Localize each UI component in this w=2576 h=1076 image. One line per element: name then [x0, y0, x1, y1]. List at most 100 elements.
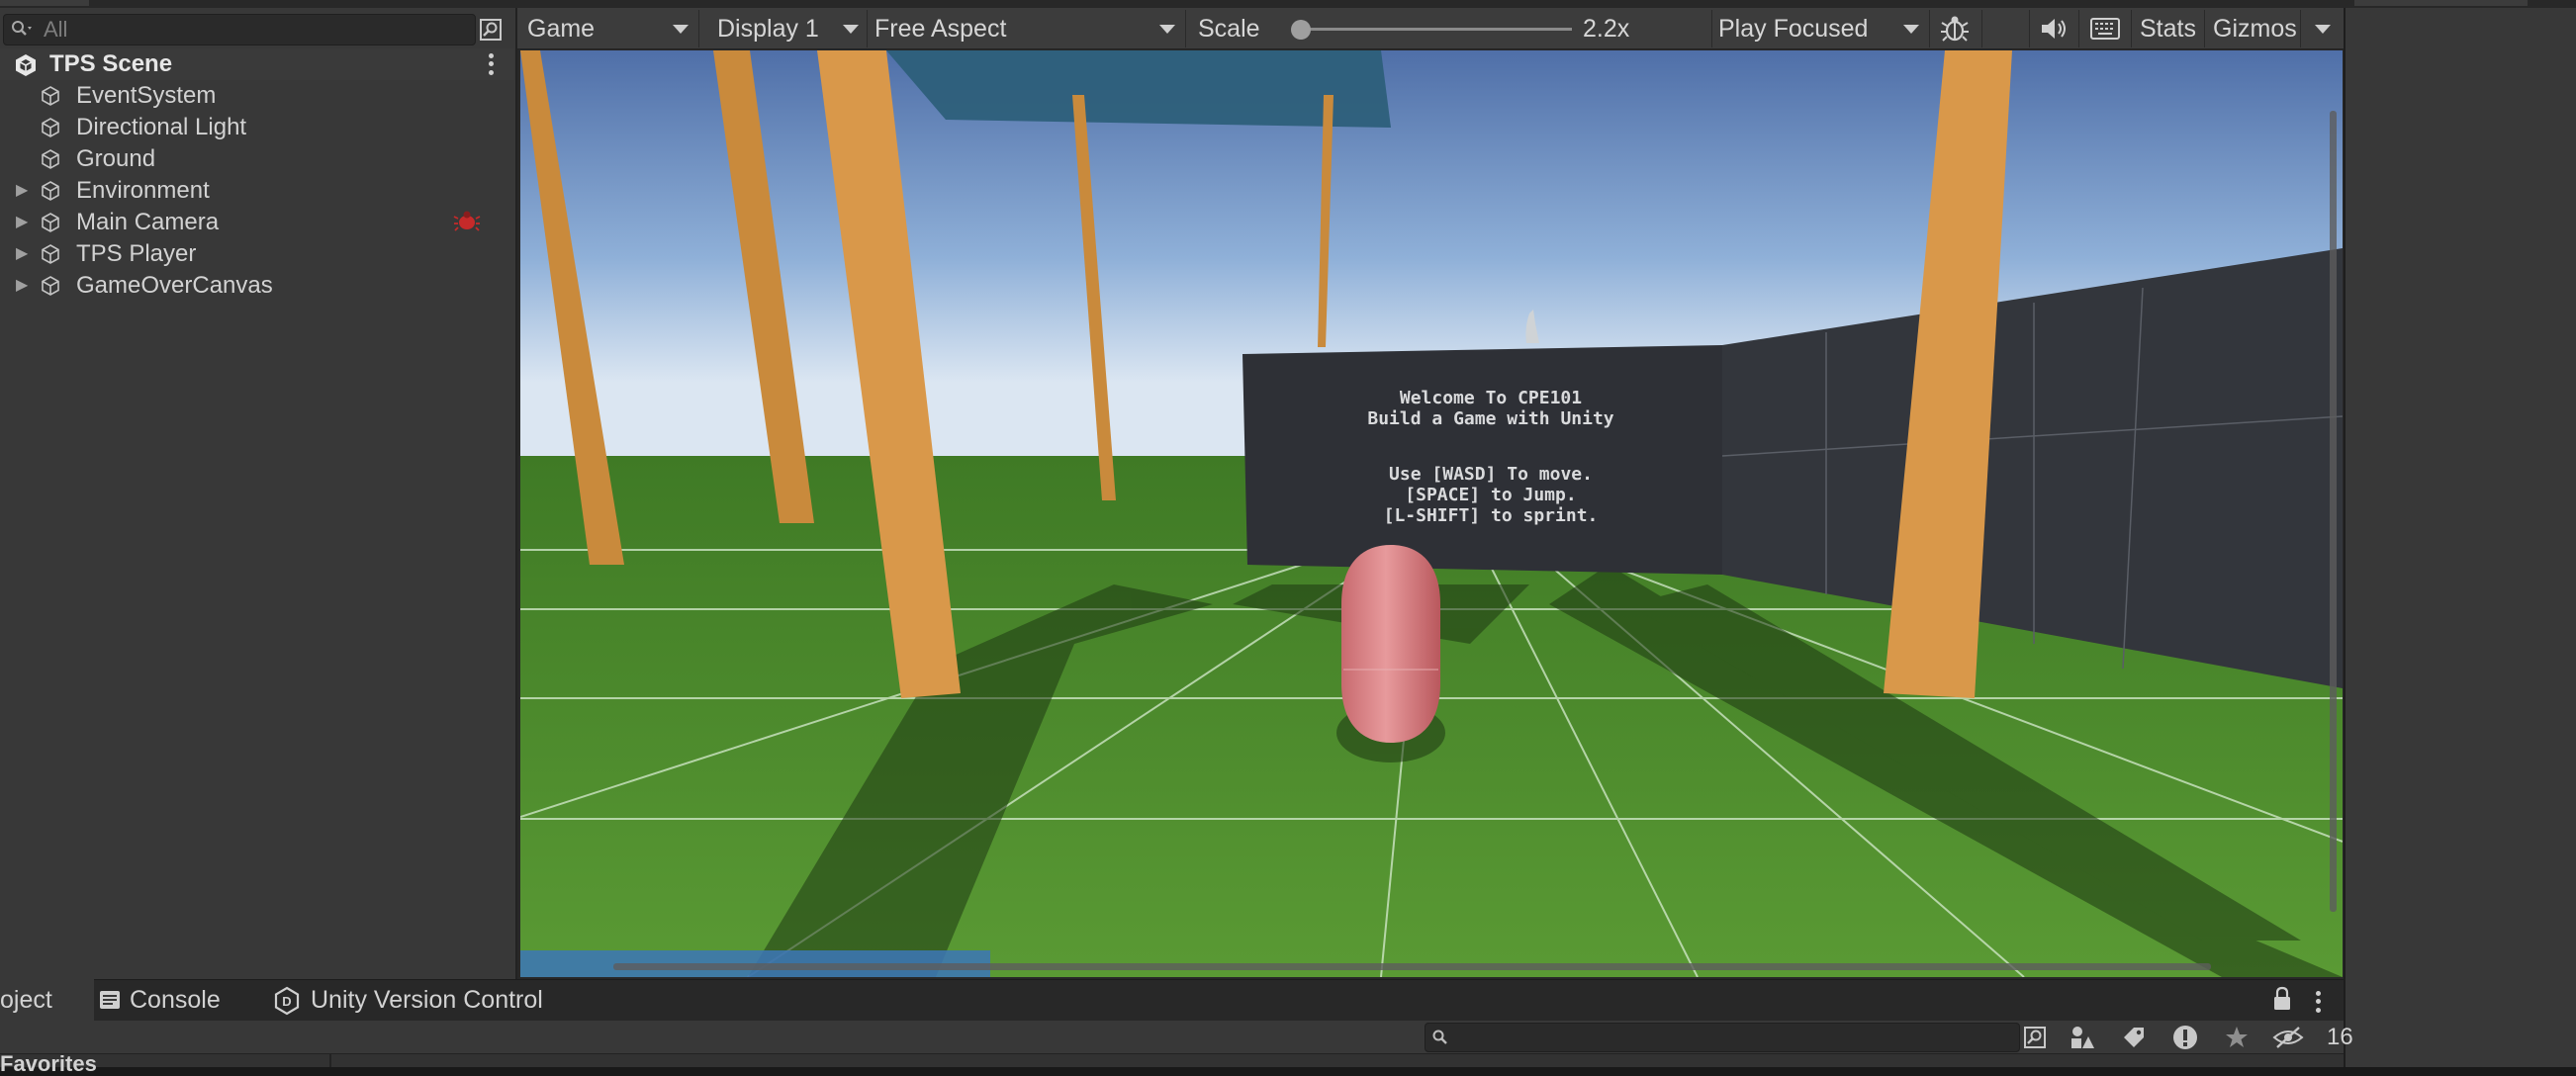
star-icon [2226, 1027, 2248, 1047]
eye-slash-icon [2272, 1027, 2304, 1048]
hierarchy-item-label: Directional Light [76, 114, 247, 140]
gizmos-button[interactable]: Gizmos [2213, 8, 2297, 49]
gameobject-cube-icon [42, 149, 59, 169]
gameobject-cube-icon [42, 276, 59, 296]
hierarchy-tab[interactable] [0, 0, 89, 6]
search-filter-icon [2024, 1027, 2046, 1048]
aspect-dropdown-label[interactable]: Free Aspect [874, 8, 1006, 49]
tab-project-label[interactable]: oject [0, 979, 52, 1021]
display-dropdown-label[interactable]: Display 1 [717, 8, 819, 49]
log-types-button[interactable] [2168, 1023, 2202, 1052]
project-search-input[interactable] [1425, 1023, 2020, 1052]
audio-mute-icon[interactable] [2039, 16, 2069, 42]
gizmos-dropdown-icon[interactable] [2315, 25, 2331, 34]
scene-more-menu-icon[interactable] [485, 51, 497, 77]
roof-platform [886, 50, 1391, 128]
keyboard-icon[interactable] [2089, 17, 2121, 41]
version-control-icon: D [274, 986, 300, 1016]
filter-by-type-icon [2071, 1027, 2094, 1048]
chevron-down-icon[interactable] [1159, 25, 1175, 34]
sign-line: Build a Game with Unity [1367, 408, 1613, 429]
hierarchy-item-ground[interactable]: Ground [0, 143, 514, 175]
unity-scene-icon [16, 54, 36, 76]
expand-arrow-icon[interactable]: ▶ [16, 238, 30, 270]
expand-arrow-icon[interactable]: ▶ [16, 207, 30, 238]
console-icon [100, 991, 120, 1009]
favorites-header[interactable]: Favorites [0, 1052, 97, 1076]
chevron-down-icon[interactable] [843, 25, 859, 34]
chevron-down-icon[interactable] [1903, 25, 1919, 34]
sign-line: Use [WASD] To move. [1389, 464, 1593, 485]
toolbar-divider [1981, 10, 1982, 47]
hierarchy-item-environment[interactable]: ▶ Environment [0, 175, 514, 207]
sign-wall [1242, 345, 1722, 575]
search-icon [12, 21, 32, 36]
search-icon [1432, 1030, 1447, 1044]
sign-line: Welcome To CPE101 [1400, 388, 1582, 408]
toolbar-divider [1929, 10, 1930, 47]
hierarchy-item-directional-light[interactable]: Directional Light [0, 112, 514, 143]
sign-line: [L-SHIFT] to sprint. [1384, 505, 1599, 526]
toolbar-divider [2078, 10, 2079, 47]
favorite-star-button[interactable] [2220, 1023, 2254, 1052]
scale-slider-track[interactable] [1293, 28, 1572, 31]
toolbar-divider [2131, 10, 2132, 47]
hierarchy-item-label: GameOverCanvas [76, 272, 273, 299]
hierarchy-search-input[interactable] [3, 14, 476, 45]
toolbar-divider [698, 10, 699, 47]
gameobject-cube-icon [42, 213, 59, 232]
search-filter-icon [480, 19, 502, 41]
hierarchy-item-label: Ground [76, 145, 156, 172]
search-filter-button[interactable] [2018, 1023, 2052, 1052]
script-bug-icon [453, 211, 481, 231]
hidden-package-count: 16 [2327, 1024, 2353, 1050]
toolbar-divider [2300, 10, 2301, 47]
game-viewport[interactable]: Welcome To CPE101 Build a Game with Unit… [520, 50, 2343, 977]
scale-label: Scale [1198, 15, 1260, 43]
gameobject-cube-icon [42, 244, 59, 264]
hierarchy-item-eventsystem[interactable]: EventSystem [0, 80, 514, 112]
scene-name: TPS Scene [49, 50, 173, 77]
inspector-panel [2344, 0, 2576, 1067]
hierarchy-item-tps-player[interactable]: ▶ TPS Player [0, 238, 514, 270]
svg-text:D: D [282, 994, 291, 1009]
hierarchy-item-label: Environment [76, 177, 210, 204]
search-filter-button[interactable] [476, 14, 506, 45]
chevron-down-icon[interactable] [673, 25, 689, 34]
expand-arrow-icon[interactable]: ▶ [16, 270, 30, 302]
hierarchy-item-main-camera[interactable]: ▶ Main Camera [0, 207, 514, 238]
scale-slider-thumb[interactable] [1291, 20, 1311, 40]
toolbar-divider [867, 10, 868, 47]
warning-circle-icon [2173, 1026, 2197, 1049]
toolbar-divider [1185, 10, 1186, 47]
tab-console[interactable]: Console [130, 979, 221, 1021]
tab-unity-version-control[interactable]: Unity Version Control [311, 979, 543, 1021]
viewport-horizontal-scrollbar[interactable] [613, 963, 2211, 970]
play-mode-dropdown-label[interactable]: Play Focused [1718, 8, 1868, 49]
hierarchy-search-placeholder: All [44, 17, 68, 42]
inspector-tab[interactable] [2354, 0, 2528, 6]
filter-by-label-button[interactable] [2117, 1023, 2151, 1052]
sign-line: [SPACE] to Jump. [1405, 485, 1576, 505]
scale-value: 2.2x [1583, 15, 1630, 43]
player-capsule [1341, 545, 1440, 743]
hidden-packages-button[interactable] [2271, 1023, 2305, 1052]
expand-arrow-icon[interactable]: ▶ [16, 175, 30, 207]
bug-toggle-icon[interactable] [1940, 12, 1970, 45]
viewport-vertical-scrollbar[interactable] [2330, 111, 2337, 912]
lock-icon[interactable] [2272, 986, 2292, 1012]
stats-button[interactable]: Stats [2140, 8, 2196, 49]
game-scene-render: Welcome To CPE101 Build a Game with Unit… [520, 50, 2343, 977]
gameobject-cube-icon [42, 86, 59, 106]
label-tag-icon [2124, 1028, 2144, 1047]
project-content [0, 1054, 2344, 1067]
hierarchy-item-label: Main Camera [76, 209, 220, 235]
panel-more-menu-icon[interactable] [2312, 989, 2324, 1015]
project-split-divider[interactable] [329, 1054, 331, 1067]
hierarchy-item-gameovercanvas[interactable]: ▶ GameOverCanvas [0, 270, 514, 302]
view-dropdown-label[interactable]: Game [527, 8, 595, 49]
gameobject-cube-icon [42, 118, 59, 137]
filter-by-type-button[interactable] [2066, 1023, 2099, 1052]
gameobject-cube-icon [42, 181, 59, 201]
hierarchy-item-label: EventSystem [76, 82, 217, 109]
